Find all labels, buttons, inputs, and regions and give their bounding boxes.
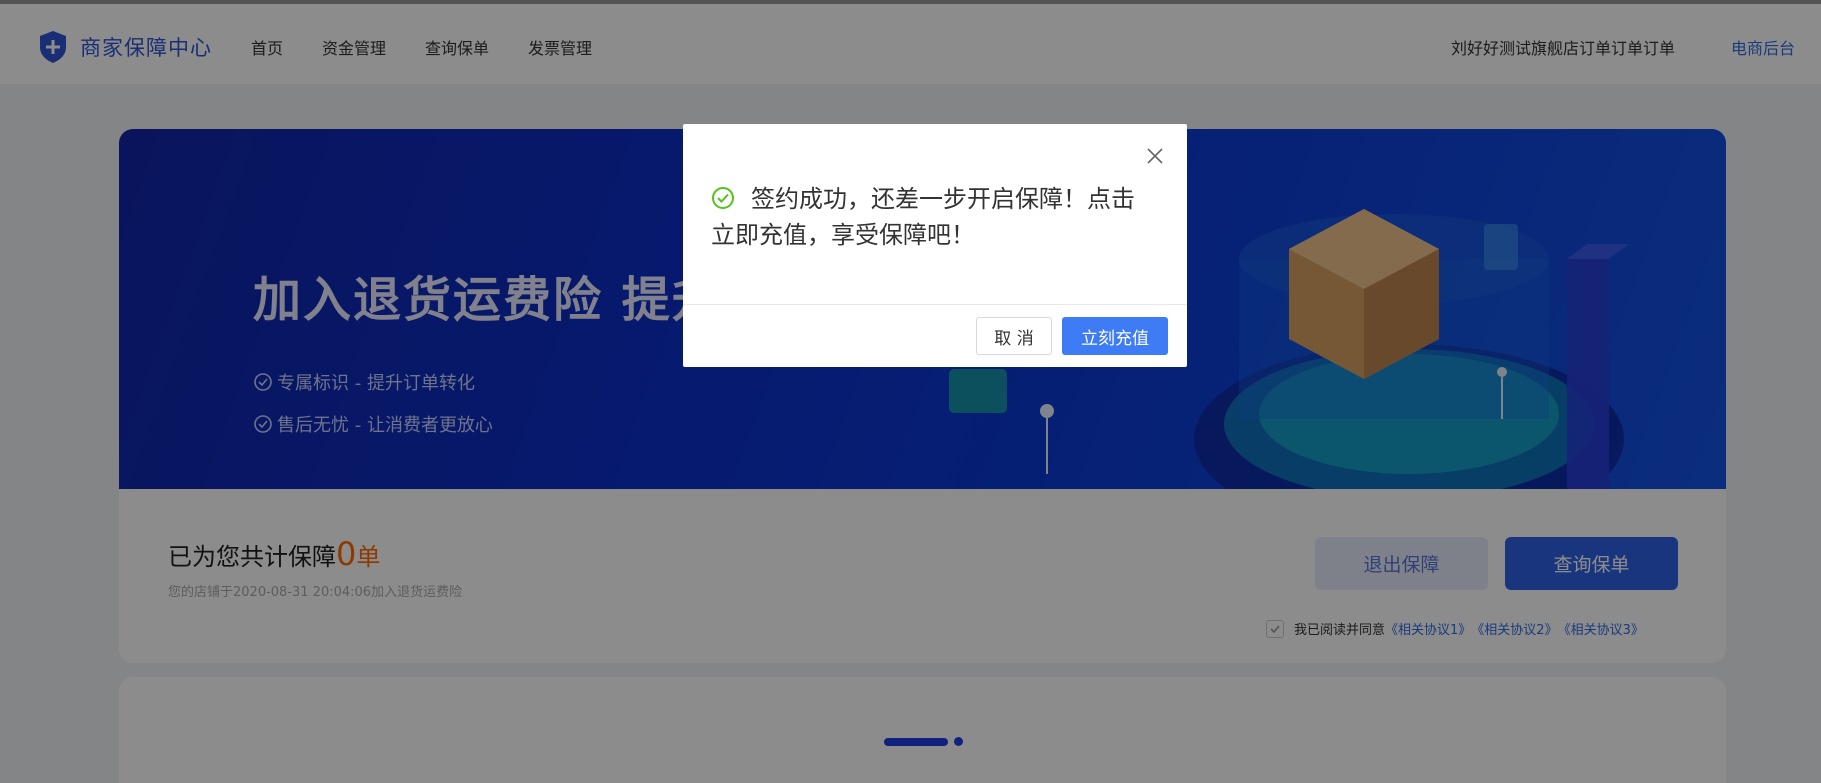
recharge-now-button[interactable]: 立刻充值 [1062,317,1168,355]
success-check-circle-icon [712,187,734,209]
close-icon[interactable] [1145,146,1165,166]
success-modal: 签约成功，还差一步开启保障！点击立即充值，享受保障吧！ 取 消 立刻充值 [683,124,1187,367]
modal-mask[interactable] [0,0,1821,783]
modal-message: 签约成功，还差一步开启保障！点击立即充值，享受保障吧！ [711,181,1151,253]
modal-divider [683,304,1187,305]
modal-message-text: 签约成功，还差一步开启保障！点击立即充值，享受保障吧！ [711,185,1135,249]
cancel-button[interactable]: 取 消 [976,317,1052,355]
